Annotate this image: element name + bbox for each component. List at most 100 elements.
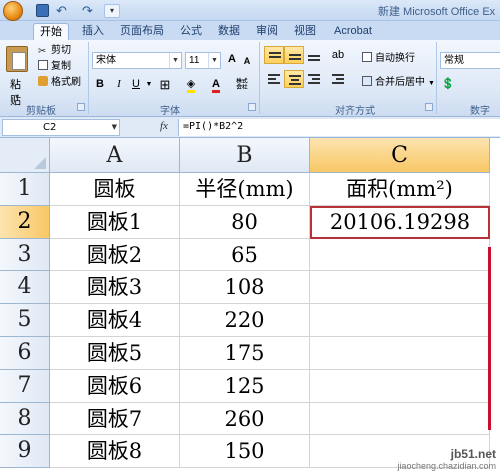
row-header[interactable]: 8 bbox=[0, 402, 50, 436]
font-color-button[interactable]: A bbox=[208, 76, 224, 94]
cell-b-row6[interactable]: 175 bbox=[180, 337, 310, 370]
window-title: 新建 Microsoft Office Ex bbox=[378, 6, 496, 18]
row-header[interactable]: 2 bbox=[0, 205, 50, 239]
shrink-font-button[interactable]: A bbox=[240, 53, 254, 71]
wrap-text-icon bbox=[362, 52, 372, 62]
alignment-buttons: ab bbox=[262, 46, 354, 90]
underline-button[interactable]: U bbox=[128, 76, 144, 94]
office-button[interactable] bbox=[3, 1, 23, 21]
cell-b-row9[interactable]: 150 bbox=[180, 435, 310, 469]
cell-c-row7[interactable] bbox=[310, 369, 490, 403]
column-header-b[interactable]: B bbox=[180, 138, 310, 173]
row-header[interactable]: 7 bbox=[0, 369, 50, 403]
cell-a-row7[interactable]: 圆板6 bbox=[50, 369, 180, 403]
clipboard-launcher-icon[interactable] bbox=[77, 103, 85, 111]
align-bottom-icon[interactable] bbox=[304, 46, 324, 64]
chevron-down-icon: ▼ bbox=[428, 80, 435, 87]
cell-c-row3[interactable] bbox=[310, 238, 490, 272]
cell-b-row7[interactable]: 125 bbox=[180, 369, 310, 403]
chevron-down-icon: ▼ bbox=[208, 53, 220, 68]
wrap-text-button[interactable]: 自动换行 bbox=[362, 52, 415, 66]
customize-quick-access-icon[interactable]: ▾ bbox=[104, 4, 120, 18]
insert-function-icon[interactable]: fx bbox=[160, 120, 168, 132]
row-header[interactable]: 3 bbox=[0, 238, 50, 272]
italic-button[interactable]: I bbox=[111, 76, 127, 94]
cell-a-row8[interactable]: 圆板7 bbox=[50, 402, 180, 436]
merge-center-button[interactable]: 合并后居中 ▼ bbox=[362, 76, 435, 90]
cell-a-row2[interactable]: 圆板1 bbox=[50, 205, 180, 239]
tab-formulas[interactable]: 公式 bbox=[176, 23, 206, 40]
tab-insert[interactable]: 插入 bbox=[78, 23, 108, 40]
ribbon-tabs: 开始 插入 页面布局 公式 数据 审阅 视图 Acrobat bbox=[0, 21, 500, 40]
cell-c-row2[interactable]: 20106.19298 bbox=[310, 205, 490, 239]
cell-c-row6[interactable] bbox=[310, 337, 490, 370]
ribbon: 粘贴 ▾ ✂ 剪切 复制 格式刷 剪贴板 宋体 ▼ 11 ▼ A A B I U ▼ … bbox=[0, 40, 500, 117]
chevron-down-icon: ▾ bbox=[15, 92, 20, 101]
row-header[interactable]: 5 bbox=[0, 304, 50, 337]
tab-home[interactable]: 开始 bbox=[33, 23, 69, 40]
watermark: jb51.net jiaocheng.chazidian.com bbox=[397, 447, 496, 471]
fill-color-icon[interactable]: ◈ bbox=[182, 76, 200, 94]
currency-icon[interactable]: 💲 bbox=[440, 76, 456, 94]
cell-b-row3[interactable]: 65 bbox=[180, 238, 310, 272]
format-painter-button[interactable]: 格式刷 bbox=[38, 76, 81, 90]
grow-font-button[interactable]: A bbox=[224, 51, 240, 69]
cell-b-row5[interactable]: 220 bbox=[180, 304, 310, 337]
align-center-icon[interactable] bbox=[284, 70, 304, 88]
cell-a-row3[interactable]: 圆板2 bbox=[50, 238, 180, 272]
name-box[interactable]: C2 ▼ bbox=[2, 119, 120, 136]
chevron-down-icon[interactable]: ▼ bbox=[145, 76, 153, 94]
cell-c-row5[interactable] bbox=[310, 304, 490, 337]
bold-button[interactable]: B bbox=[92, 76, 108, 94]
alignment-launcher-icon[interactable] bbox=[425, 103, 433, 111]
align-left-icon[interactable] bbox=[264, 70, 284, 88]
column-header-c[interactable]: C bbox=[310, 138, 490, 173]
tab-view[interactable]: 视图 bbox=[290, 23, 320, 40]
row-header[interactable]: 6 bbox=[0, 337, 50, 370]
borders-icon[interactable]: ⊞ bbox=[156, 76, 174, 94]
select-all-button[interactable] bbox=[0, 138, 50, 173]
cell-a-row1[interactable]: 圆板 bbox=[50, 173, 180, 206]
align-right-icon[interactable] bbox=[304, 70, 324, 88]
cell-a-row9[interactable]: 圆板8 bbox=[50, 435, 180, 469]
cell-b-row4[interactable]: 108 bbox=[180, 271, 310, 305]
merge-icon bbox=[362, 76, 372, 86]
cell-b-row1[interactable]: 半径(mm) bbox=[180, 173, 310, 206]
row-header[interactable]: 4 bbox=[0, 271, 50, 305]
cell-c-row8[interactable] bbox=[310, 402, 490, 436]
font-name-select[interactable]: 宋体 ▼ bbox=[92, 52, 182, 69]
tab-data[interactable]: 数据 bbox=[214, 23, 244, 40]
annotation-line bbox=[488, 247, 491, 430]
cell-c-row1[interactable]: 面积(mm²) bbox=[310, 173, 490, 206]
tab-review[interactable]: 审阅 bbox=[252, 23, 282, 40]
cut-button[interactable]: ✂ 剪切 bbox=[38, 44, 71, 58]
row-header[interactable]: 1 bbox=[0, 173, 50, 206]
save-icon[interactable] bbox=[36, 4, 49, 17]
row-header[interactable]: 9 bbox=[0, 435, 50, 469]
indent-icon[interactable] bbox=[328, 70, 348, 88]
cell-a-row6[interactable]: 圆板5 bbox=[50, 337, 180, 370]
copy-button[interactable]: 复制 bbox=[38, 60, 71, 74]
tab-page-layout[interactable]: 页面布局 bbox=[116, 23, 168, 40]
phonetic-icon[interactable]: ㍿ bbox=[234, 76, 250, 94]
redo-icon[interactable]: ↷ bbox=[82, 4, 95, 17]
group-label-alignment: 对齐方式 bbox=[335, 106, 375, 117]
scissors-icon: ✂ bbox=[38, 46, 47, 57]
chevron-down-icon: ▼ bbox=[169, 53, 181, 68]
paste-button[interactable]: 粘贴 ▾ bbox=[6, 44, 30, 107]
cell-c-row4[interactable] bbox=[310, 271, 490, 305]
align-middle-icon[interactable] bbox=[284, 46, 304, 64]
number-format-select[interactable]: 常规 bbox=[440, 52, 500, 69]
orientation-icon[interactable]: ab bbox=[328, 46, 348, 64]
formula-input[interactable]: =PI()*B2^2 bbox=[178, 119, 500, 136]
cell-b-row2[interactable]: 80 bbox=[180, 205, 310, 239]
cell-b-row8[interactable]: 260 bbox=[180, 402, 310, 436]
undo-icon[interactable]: ↶ bbox=[56, 4, 69, 17]
tab-acrobat[interactable]: Acrobat bbox=[330, 23, 376, 40]
font-size-select[interactable]: 11 ▼ bbox=[185, 52, 221, 69]
align-top-icon[interactable] bbox=[264, 46, 284, 64]
cell-a-row5[interactable]: 圆板4 bbox=[50, 304, 180, 337]
cell-a-row4[interactable]: 圆板3 bbox=[50, 271, 180, 305]
font-launcher-icon[interactable] bbox=[248, 103, 256, 111]
column-header-a[interactable]: A bbox=[50, 138, 180, 173]
